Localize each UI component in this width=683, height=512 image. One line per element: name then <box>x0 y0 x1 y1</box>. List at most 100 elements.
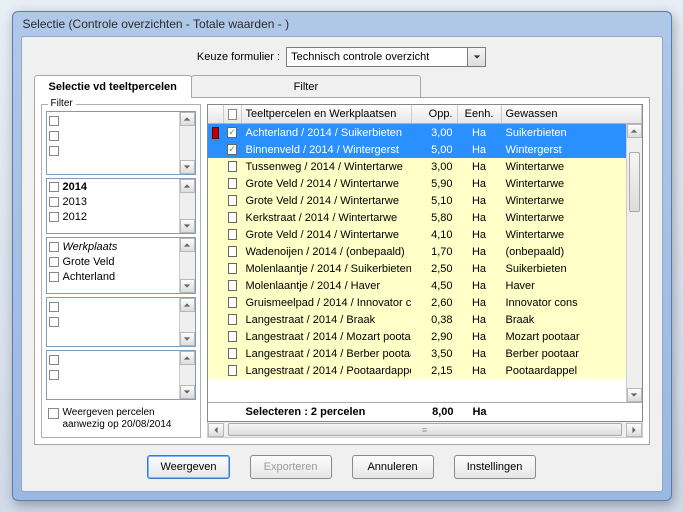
cancel-button[interactable]: Annuleren <box>352 455 434 479</box>
form-selector-row: Keuze formulier : Technisch controle ove… <box>34 47 650 67</box>
vertical-scrollbar[interactable] <box>626 124 642 402</box>
checkbox-icon[interactable] <box>49 257 59 267</box>
row-checkbox[interactable] <box>228 212 237 223</box>
row-checkbox[interactable] <box>228 246 237 257</box>
checkbox-icon[interactable] <box>49 212 59 222</box>
row-checkbox[interactable] <box>228 314 237 325</box>
table-row[interactable]: Kerkstraat / 2014 / Wintertarwe5,80HaWin… <box>208 209 642 226</box>
row-checkbox[interactable] <box>228 297 237 308</box>
row-checkbox[interactable] <box>228 365 237 376</box>
checkbox-icon[interactable] <box>49 116 59 126</box>
scrollbar[interactable] <box>179 112 195 174</box>
show-button[interactable]: Weergeven <box>147 455 229 479</box>
form-selector-combo[interactable]: Technisch controle overzicht <box>286 47 486 67</box>
filter-list-5[interactable] <box>46 350 196 400</box>
row-checkbox[interactable]: ✓ <box>227 144 237 155</box>
checkbox-icon[interactable] <box>49 272 59 282</box>
table-row[interactable]: Gruismeelpad / 2014 / Innovator cons2,60… <box>208 294 642 311</box>
scrollbar[interactable] <box>179 179 195 234</box>
checkbox-icon[interactable] <box>49 131 59 141</box>
row-checkbox[interactable] <box>228 229 237 240</box>
chevron-down-icon[interactable] <box>467 48 485 66</box>
cell-eenh: Ha <box>458 263 502 275</box>
table-row[interactable]: ✓Binnenveld / 2014 / Wintergerst5,00HaWi… <box>208 141 642 158</box>
export-button[interactable]: Exporteren <box>250 455 332 479</box>
table-row[interactable]: Grote Veld / 2014 / Wintertarwe5,10HaWin… <box>208 192 642 209</box>
filter-list-1[interactable] <box>46 111 196 175</box>
table-row[interactable]: Langestraat / 2014 / Pootaardappel2,15Ha… <box>208 362 642 379</box>
col-name[interactable]: Teeltpercelen en Werkplaatsen <box>242 105 412 123</box>
checkbox-icon[interactable] <box>49 317 59 327</box>
table-row[interactable]: Tussenweg / 2014 / Wintertarwe3,00HaWint… <box>208 158 642 175</box>
row-checkbox[interactable] <box>228 263 237 274</box>
scroll-right-icon[interactable] <box>626 423 642 437</box>
cell-name: Langestraat / 2014 / Berber pootaar <box>242 348 412 360</box>
form-selector-value: Technisch controle overzicht <box>287 51 467 63</box>
cell-eenh: Ha <box>458 331 502 343</box>
col-gew[interactable]: Gewassen <box>502 105 642 123</box>
tab-selection[interactable]: Selectie vd teeltpercelen <box>34 75 192 98</box>
table-row[interactable]: Langestraat / 2014 / Mozart pootaar2,90H… <box>208 328 642 345</box>
row-checkbox[interactable] <box>228 331 237 342</box>
col-marker[interactable] <box>208 105 224 123</box>
checkbox-icon[interactable] <box>49 146 59 156</box>
cell-name: Gruismeelpad / 2014 / Innovator cons <box>242 297 412 309</box>
col-checkbox[interactable] <box>224 105 242 123</box>
cell-eenh: Ha <box>458 212 502 224</box>
table-row[interactable]: Wadenoijen / 2014 / (onbepaald)1,70Ha(on… <box>208 243 642 260</box>
row-checkbox[interactable] <box>228 161 237 172</box>
tab-bar: Selectie vd teeltpercelen Filter <box>34 75 650 98</box>
col-eenh[interactable]: Eenh. <box>458 105 502 123</box>
cell-gew: Pootaardappel <box>502 365 642 377</box>
scroll-down-icon[interactable] <box>627 388 642 402</box>
scroll-thumb[interactable]: ≡ <box>228 423 622 436</box>
scroll-up-icon[interactable] <box>627 124 642 138</box>
row-checkbox[interactable] <box>228 280 237 291</box>
cell-opp: 4,10 <box>412 229 458 241</box>
checkbox-icon[interactable] <box>49 242 59 252</box>
table-row[interactable]: Langestraat / 2014 / Braak0,38HaBraak <box>208 311 642 328</box>
row-checkbox[interactable] <box>228 178 237 189</box>
table-row[interactable]: Molenlaantje / 2014 / Haver4,50HaHaver <box>208 277 642 294</box>
row-checkbox[interactable] <box>228 348 237 359</box>
checkbox-icon[interactable] <box>48 408 59 419</box>
cell-eenh: Ha <box>458 144 502 156</box>
footer-eenh: Ha <box>458 406 502 418</box>
show-present-checkbox[interactable]: Weergeven percelen aanwezig op 20/08/201… <box>46 403 196 433</box>
cell-name: Molenlaantje / 2014 / Suikerbieten <box>242 263 412 275</box>
cell-eenh: Ha <box>458 161 502 173</box>
filter-list-4[interactable] <box>46 297 196 347</box>
table-row[interactable]: Langestraat / 2014 / Berber pootaar3,50H… <box>208 345 642 362</box>
scrollbar[interactable] <box>179 238 195 293</box>
checkbox-icon[interactable] <box>49 370 59 380</box>
checkbox-icon[interactable] <box>49 355 59 365</box>
filter-list-years[interactable]: 2014 2013 2012 <box>46 178 196 235</box>
table-row[interactable]: Grote Veld / 2014 / Wintertarwe4,10HaWin… <box>208 226 642 243</box>
col-opp[interactable]: Opp. <box>412 105 458 123</box>
data-grid: Teeltpercelen en Werkplaatsen Opp. Eenh.… <box>207 104 643 422</box>
scrollbar[interactable] <box>179 351 195 399</box>
row-checkbox[interactable] <box>228 195 237 206</box>
cell-name: Grote Veld / 2014 / Wintertarwe <box>242 229 412 241</box>
table-row[interactable]: ✓Achterland / 2014 / Suikerbieten3,00HaS… <box>208 124 642 141</box>
cell-name: Grote Veld / 2014 / Wintertarwe <box>242 195 412 207</box>
scroll-left-icon[interactable] <box>208 423 224 437</box>
filter-list-werkplaats[interactable]: Werkplaats Grote Veld Achterland <box>46 237 196 294</box>
scrollbar[interactable] <box>179 298 195 346</box>
filter-panel-title: Filter <box>48 98 76 109</box>
checkbox-icon[interactable] <box>49 182 59 192</box>
checkbox-icon[interactable] <box>49 197 59 207</box>
table-row[interactable]: Molenlaantje / 2014 / Suikerbieten2,50Ha… <box>208 260 642 277</box>
cell-name: Binnenveld / 2014 / Wintergerst <box>242 144 412 156</box>
row-checkbox[interactable]: ✓ <box>227 127 237 138</box>
tab-filter[interactable]: Filter <box>191 75 421 98</box>
cell-gew: Wintertarwe <box>502 212 642 224</box>
list-item: Achterland <box>63 271 116 283</box>
scroll-thumb[interactable] <box>629 152 640 212</box>
horizontal-scrollbar[interactable]: ≡ <box>207 422 643 438</box>
table-row[interactable]: Grote Veld / 2014 / Wintertarwe5,90HaWin… <box>208 175 642 192</box>
cell-eenh: Ha <box>458 229 502 241</box>
checkbox-icon[interactable] <box>49 302 59 312</box>
settings-button[interactable]: Instellingen <box>454 455 536 479</box>
cell-opp: 0,38 <box>412 314 458 326</box>
